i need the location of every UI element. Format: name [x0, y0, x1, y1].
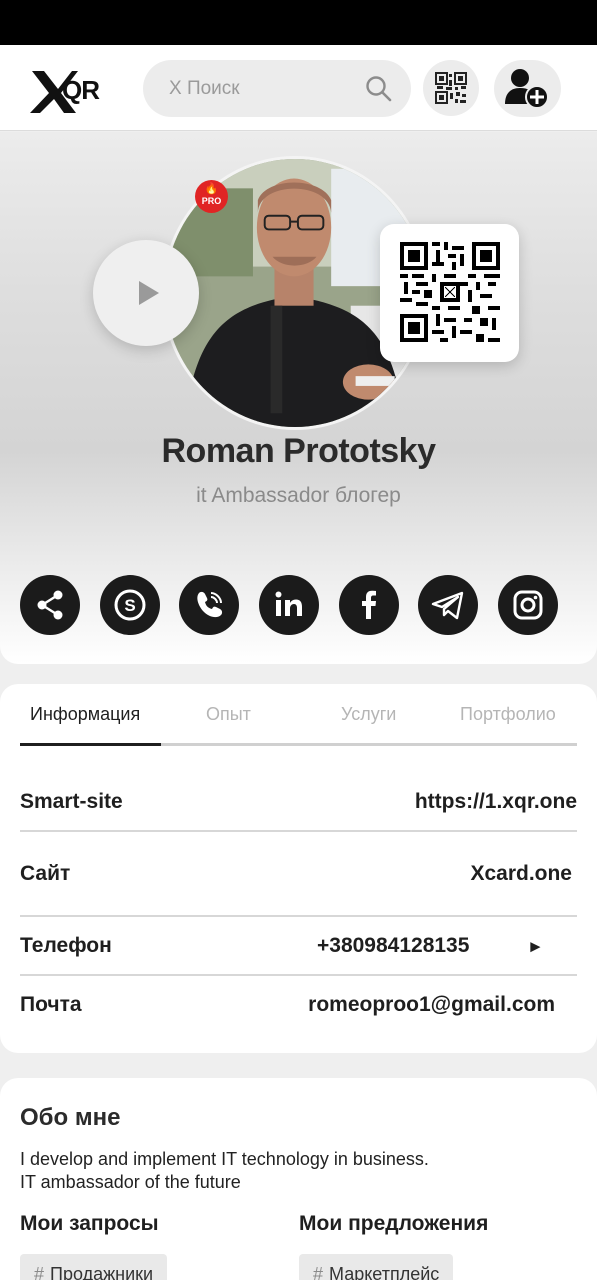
qr-scan-button[interactable]	[423, 60, 479, 116]
facebook-icon	[362, 590, 376, 619]
share-button[interactable]	[20, 575, 80, 635]
requests-title: Мои запросы	[20, 1212, 159, 1235]
skype-button[interactable]: S	[100, 575, 160, 635]
active-tab-indicator	[20, 743, 161, 746]
tab-portfolio[interactable]: Портфолио	[460, 704, 556, 725]
about-card: Обо мне I develop and implement IT techn…	[0, 1078, 597, 1280]
divider	[20, 915, 577, 917]
email-link[interactable]: romeoproo1@gmail.com	[308, 993, 555, 1017]
request-tag[interactable]: # Продажники	[20, 1254, 168, 1280]
telegram-icon	[431, 591, 464, 620]
pro-badge: 🔥 PRO	[195, 180, 228, 213]
tab-services[interactable]: Услуги	[341, 704, 396, 725]
profile-tabs: Информация Опыт Услуги Портфолио	[20, 684, 577, 746]
site-link[interactable]: Xcard.one	[470, 862, 572, 886]
play-icon	[139, 281, 159, 305]
search-box[interactable]	[143, 60, 411, 117]
share-icon	[37, 590, 63, 620]
qr-code-icon	[435, 72, 467, 104]
smart-site-link[interactable]: https://1.xqr.one	[415, 790, 577, 814]
divider	[20, 830, 577, 832]
tab-information[interactable]: Информация	[30, 704, 140, 725]
phone-link[interactable]: +380984128135	[317, 934, 469, 958]
svg-text:S: S	[124, 596, 135, 615]
info-label: Телефон	[20, 934, 112, 957]
profile-qr-card[interactable]	[380, 224, 519, 362]
info-label: Smart-site	[20, 790, 123, 813]
add-contact-button[interactable]	[494, 60, 561, 117]
info-label: Сайт	[20, 862, 71, 885]
skype-icon: S	[114, 589, 146, 621]
linkedin-icon	[275, 591, 302, 616]
profile-role: it Ambassador блогер	[196, 484, 401, 507]
hash-icon: #	[313, 1264, 324, 1280]
flame-icon: 🔥	[204, 183, 219, 195]
tab-experience[interactable]: Опыт	[206, 704, 251, 725]
search-icon[interactable]	[365, 75, 393, 103]
app-header: QR	[0, 45, 597, 131]
logo-text: QR	[62, 75, 100, 105]
linkedin-button[interactable]	[259, 575, 319, 635]
instagram-icon	[513, 590, 543, 620]
about-title: Обо мне	[20, 1104, 121, 1131]
status-bar	[0, 0, 597, 45]
facebook-button[interactable]	[339, 575, 399, 635]
viber-icon	[197, 591, 223, 618]
divider	[20, 974, 577, 976]
viber-button[interactable]	[179, 575, 239, 635]
telegram-button[interactable]	[418, 575, 478, 635]
about-text: I develop and implement IT technology in…	[20, 1149, 429, 1192]
profile-name: Roman Prototsky	[161, 432, 437, 470]
add-user-icon	[505, 69, 549, 109]
social-links: S	[20, 575, 560, 635]
info-card: Информация Опыт Услуги Портфолио Smart-s…	[0, 684, 597, 1053]
offers-title: Мои предложения	[299, 1212, 489, 1235]
info-label: Почта	[20, 993, 82, 1016]
hash-icon: #	[34, 1264, 45, 1280]
profile-hero: 🔥 PRO Roman Prototsky it Ambassador блог…	[0, 132, 597, 664]
instagram-button[interactable]	[498, 575, 558, 635]
xqr-logo[interactable]: QR	[28, 67, 114, 115]
call-arrow-icon[interactable]: ►	[527, 937, 544, 957]
play-video-button[interactable]	[93, 240, 199, 346]
offer-tag[interactable]: # Маркетплейс	[299, 1254, 454, 1280]
qr-code-icon	[400, 242, 500, 342]
search-input[interactable]	[169, 60, 359, 117]
